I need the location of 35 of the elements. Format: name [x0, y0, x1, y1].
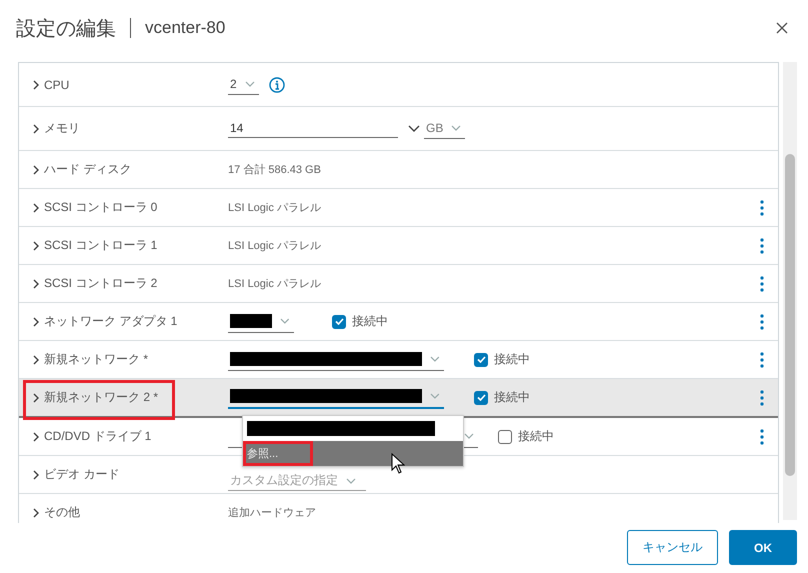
checkbox-label: 接続中: [494, 389, 530, 406]
row-label: SCSI コントローラ 0: [44, 199, 158, 216]
cancel-button[interactable]: キャンセル: [627, 530, 718, 565]
settings-row[interactable]: メモリ 14 GB: [19, 107, 778, 151]
row-label: その他: [44, 504, 80, 521]
row-label: 新規ネットワーク 2 *: [44, 389, 158, 406]
unit-select[interactable]: GB: [424, 118, 466, 138]
row-label: CD/DVD ドライブ 1: [44, 428, 152, 445]
row-label: SCSI コントローラ 1: [44, 237, 158, 254]
checkbox-label: 接続中: [352, 313, 388, 330]
value-text: 追加ハードウェア: [228, 506, 316, 520]
row-label: SCSI コントローラ 2: [44, 275, 158, 292]
settings-row[interactable]: SCSI コントローラ 1 LSI Logic パラレル: [19, 227, 778, 265]
value-text: LSI Logic パラレル: [228, 201, 321, 215]
row-label: ビデオ カード: [44, 466, 120, 483]
row-label: メモリ: [44, 120, 80, 137]
settings-row[interactable]: SCSI コントローラ 2 LSI Logic パラレル: [19, 265, 778, 303]
settings-row[interactable]: ハード ディスク 17 合計 586.43 GB: [19, 151, 778, 189]
checkbox-label: 接続中: [518, 428, 554, 445]
memory-input[interactable]: 14: [228, 119, 398, 138]
row-label: ハード ディスク: [44, 161, 132, 178]
row-label: CPU: [44, 78, 70, 92]
ok-button[interactable]: OK: [729, 530, 797, 565]
value-text: LSI Logic パラレル: [228, 277, 321, 291]
value-text: LSI Logic パラレル: [228, 239, 321, 253]
settings-row[interactable]: CPU 2: [19, 63, 778, 107]
settings-row[interactable]: ネットワーク アダプタ 1 接続中: [19, 303, 778, 341]
dialog-title: 設定の編集: [16, 16, 116, 42]
cpu-select[interactable]: 2: [228, 74, 259, 94]
row-label: 新規ネットワーク *: [44, 351, 148, 368]
row-label: ネットワーク アダプタ 1: [44, 313, 178, 330]
checkbox-label: 接続中: [494, 351, 530, 368]
value-text: 17 合計 586.43 GB: [228, 162, 321, 177]
settings-row[interactable]: SCSI コントローラ 0 LSI Logic パラレル: [19, 189, 778, 227]
vm-name: vcenter-80: [145, 18, 226, 38]
